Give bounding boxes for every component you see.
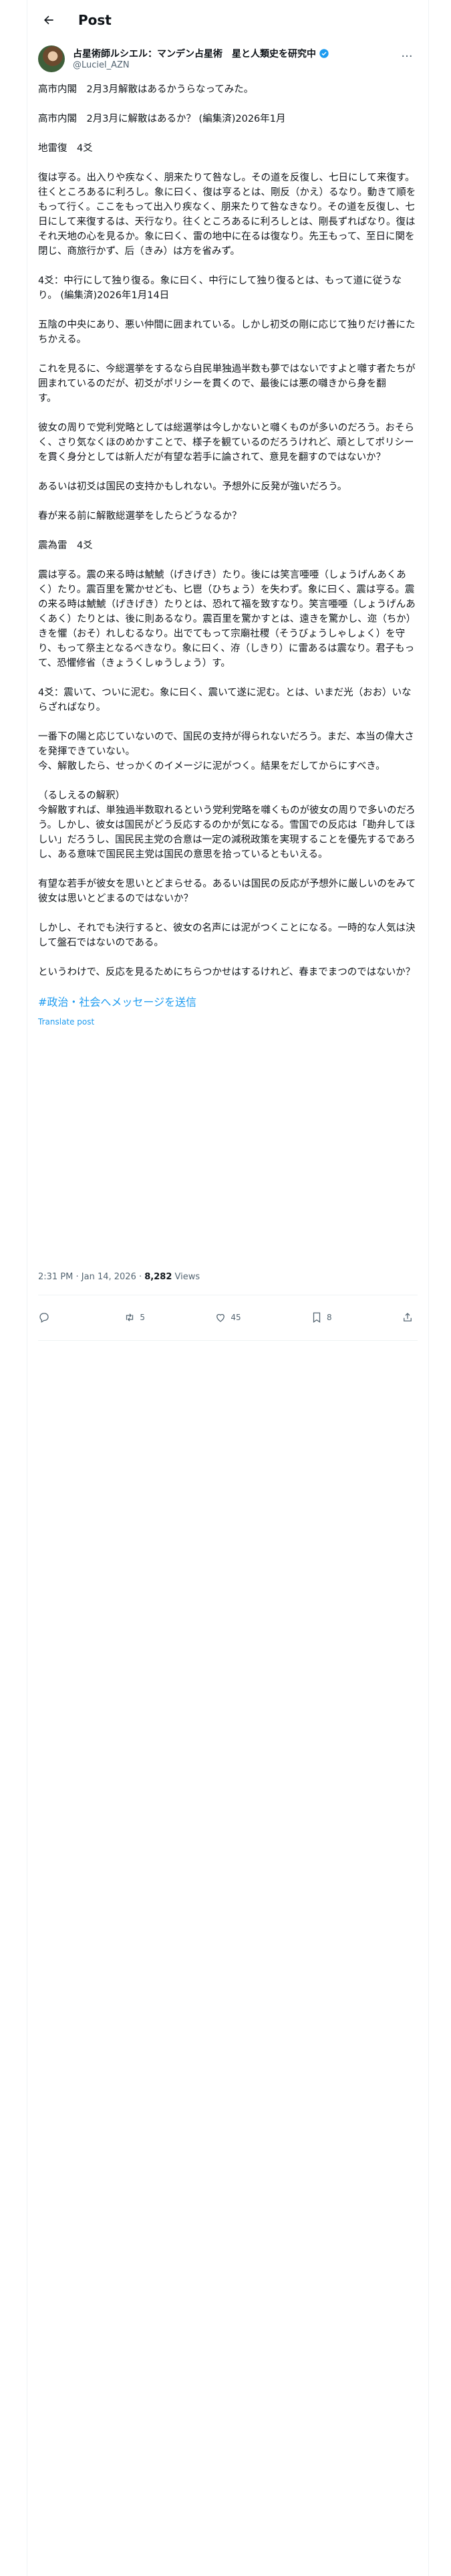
post-paragraph: というわけで、反応を見るためにちらつかせはするけれど、春までまつのではないか？: [38, 967, 416, 978]
post-paragraph: 彼女の周りで党利党略としては総選挙は今しかないと囃くものが多いのだろう。おそらく…: [38, 423, 415, 463]
post-paragraph: 4爻：震いて、ついに泥む。象に曰く、震いて遂に泥む。とは、いまだ光（おお）いなら…: [38, 687, 412, 713]
action-bar: 5 45 8: [38, 1304, 418, 1331]
share-button[interactable]: [402, 1311, 418, 1323]
avatar[interactable]: [38, 45, 65, 72]
views-label: Views: [172, 1272, 200, 1282]
post-paragraph: 五陰の中央にあり、悪い仲間に囲まれている。しかし初爻の剛に応じて独りだけ善にたち…: [38, 320, 416, 345]
more-dots-icon: ···: [401, 49, 413, 64]
post-paragraph: 高市内閣 2月3月解散はあるかうらなってみた。: [38, 84, 254, 95]
post-paragraph: 春が来る前に解散総選挙をしたらどうなるか？: [38, 511, 242, 522]
post-paragraph: 復は亨る。出入りや疾なく、朋来たりて咎なし。その道を反復し、七日にして来復す。往…: [38, 173, 416, 257]
share-icon: [404, 1313, 412, 1321]
post-paragraph: （るしえるの解釈） 今解散すれば、単独過半数取れるという党利党略を囃くものが彼女…: [38, 790, 416, 860]
back-button[interactable]: [35, 7, 62, 33]
post-paragraph: 高市内閣 2月3月に解散はあるか？ (編集済)2026年1月: [38, 114, 286, 124]
post-paragraph: 一番下の陽と応じていないので、国民の支持が得られないだろう。まだ、本当の偉大さを…: [38, 732, 414, 772]
post-paragraph: 地雷復 4爻: [38, 143, 93, 154]
verified-badge-icon: [319, 49, 329, 58]
divider: [38, 1340, 418, 1341]
post-meta: 2:31 PM · Jan 14, 2026 · 8,282 Views: [38, 1272, 200, 1282]
post-paragraph: あるいは初爻は国民の支持かもしれない。予想外に反発が強いだろう。: [38, 481, 347, 492]
reply-button[interactable]: [38, 1311, 54, 1323]
author-display-name[interactable]: 占星術師ルシエル：マンデン占星術 星と人類史を研究中: [73, 47, 316, 60]
bookmark-icon: [313, 1312, 321, 1323]
post-paragraphs: 高市内閣 2月3月解散はあるかうらなってみた。高市内閣 2月3月に解散はあるか？…: [38, 82, 418, 980]
top-bar: Post: [27, 0, 428, 40]
meta-separator: ·: [136, 1272, 145, 1282]
more-options-button[interactable]: ···: [396, 45, 418, 67]
author-name-row: 占星術師ルシエル：マンデン占星術 星と人類史を研究中: [73, 47, 329, 60]
post-paragraph: これを見るに、今総選挙をするなら自民単独過半数も夢ではないですよと囃す者たちが囲…: [38, 364, 416, 404]
repost-count: 5: [140, 1313, 145, 1322]
post-paragraph: しかし、それでも決行すると、彼女の名声には泥がつくことになる。一時的な人気は決し…: [38, 923, 416, 948]
back-arrow-icon: [44, 15, 53, 25]
post-body: 高市内閣 2月3月解散はあるかうらなってみた。高市内閣 2月3月に解散はあるか？…: [38, 82, 418, 1029]
reply-icon: [39, 1313, 49, 1323]
post-paragraph: 有望な若手が彼女を思いとどまらせる。あるいは国民の反応が予想外に厳しいのをみて彼…: [38, 879, 416, 904]
hashtag-link[interactable]: #政治・社会へメッセージを送信: [38, 994, 418, 1010]
views-count: 8,282: [144, 1272, 172, 1282]
post-timestamp[interactable]: 2:31 PM · Jan 14, 2026: [38, 1272, 136, 1282]
post-column: Post 占星術師ルシエル：マンデン占星術 星と人類史を研究中 @Luciel_…: [27, 0, 429, 2576]
post-paragraph: 震は亨る。震の来る時は鯱鯱（げきげき）たり。後には笑言唖唖（しょうげんあくあく）…: [38, 570, 416, 669]
like-count: 45: [231, 1313, 241, 1322]
post-paragraph: 震為雷 4爻: [38, 540, 93, 551]
bookmark-count: 8: [327, 1313, 332, 1322]
translate-post-link[interactable]: Translate post: [38, 1014, 418, 1029]
author-handle[interactable]: @Luciel_AZN: [73, 60, 130, 70]
bookmark-button[interactable]: 8: [311, 1311, 332, 1323]
repost-button[interactable]: 5: [124, 1311, 145, 1323]
author-block: 占星術師ルシエル：マンデン占星術 星と人類史を研究中 @Luciel_AZN ·…: [38, 45, 418, 78]
post-paragraph: 4爻：中行にして独り復る。象に曰く、中行にして独り復るとは、もって道に従うなり。…: [38, 276, 402, 301]
heart-icon: [216, 1313, 225, 1322]
repost-icon: [126, 1313, 134, 1321]
page-title: Post: [78, 12, 112, 28]
like-button[interactable]: 45: [214, 1311, 241, 1323]
